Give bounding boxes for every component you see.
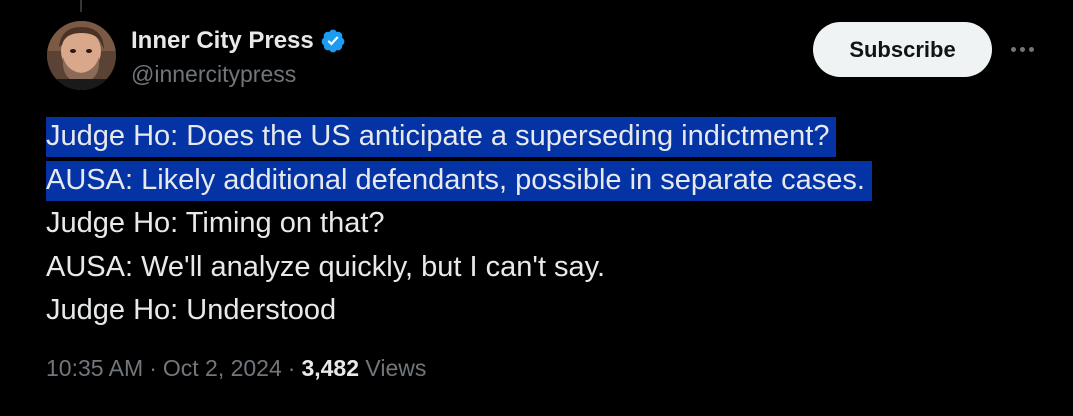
subscribe-button[interactable]: Subscribe [813,22,992,77]
tweet-line: Judge Ho: Timing on that? [46,207,385,239]
views-count: 3,482 [301,355,360,381]
tweet-meta: 10:35 AM · Oct 2, 2024 · 3,482 Views [46,355,426,382]
tweet-line: AUSA: We'll analyze quickly, but I can't… [46,250,606,283]
avatar-image [47,21,116,90]
highlighted-text[interactable]: Judge Ho: Does the US anticipate a super… [46,117,837,157]
more-dot [1010,46,1016,52]
tweet-line: Judge Ho: Understood [46,294,337,326]
tweet-line: AUSA: Likely additional defendants, poss… [46,159,1046,203]
tweet-line: Judge Ho: Does the US anticipate a super… [46,115,1046,159]
verified-badge-icon[interactable] [320,28,346,54]
more-options-icon[interactable] [1004,34,1040,64]
tweet-time[interactable]: 10:35 AM [46,355,143,381]
meta-separator: · [287,355,296,381]
views-label: Views [365,355,427,381]
author-display-name[interactable]: Inner City Press [131,27,314,55]
tweet-text: Judge Ho: Does the US anticipate a super… [46,115,1046,333]
thread-connector-line [80,0,82,12]
tweet-date[interactable]: Oct 2, 2024 [163,355,282,381]
meta-separator: · [149,355,157,381]
author-name-row: Inner City Press [131,26,346,56]
highlighted-text[interactable]: AUSA: Likely additional defendants, poss… [46,160,872,201]
more-dot [1019,46,1025,52]
author-handle[interactable]: @innercitypress [131,61,296,88]
avatar[interactable] [47,21,116,90]
more-dot [1028,46,1034,52]
